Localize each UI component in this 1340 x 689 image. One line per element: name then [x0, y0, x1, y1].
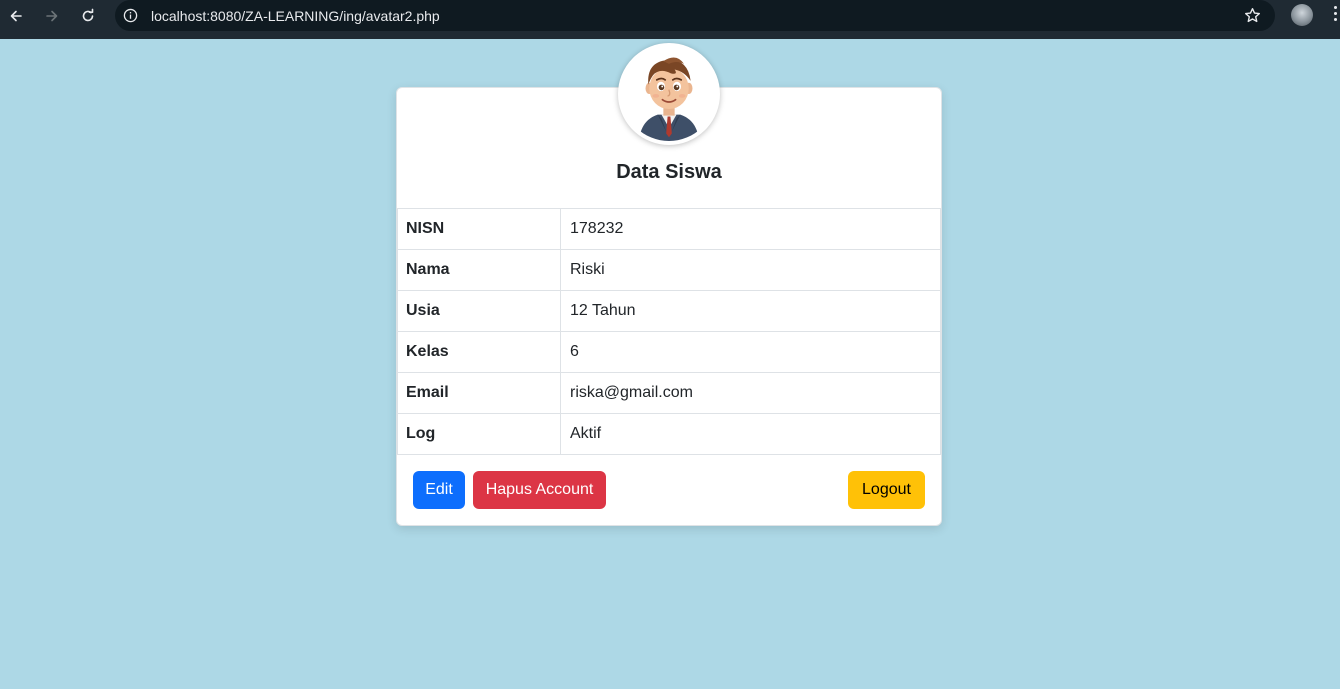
info-icon[interactable] — [123, 8, 138, 23]
row-label: Email — [397, 372, 561, 414]
row-label: Nama — [397, 249, 561, 291]
row-value: Aktif — [560, 413, 941, 455]
table-row: Nama Riski — [397, 249, 941, 291]
arrow-left-icon — [10, 10, 22, 22]
cartoon-boy-avatar — [618, 43, 720, 145]
row-value: 12 Tahun — [560, 290, 941, 332]
more-vert-icon[interactable] — [1333, 6, 1339, 26]
table-row: Usia 12 Tahun — [397, 290, 941, 332]
student-info-table: NISN 178232 Nama Riski Usia 12 Tahun Kel… — [397, 208, 941, 455]
address-bar[interactable]: localhost:8080/ZA-LEARNING/ing/avatar2.p… — [115, 0, 1275, 31]
row-label: NISN — [397, 208, 561, 250]
card-title: Data Siswa — [616, 161, 722, 183]
forward-button[interactable] — [40, 4, 64, 28]
star-icon[interactable] — [1244, 7, 1261, 24]
row-value: 178232 — [560, 208, 941, 250]
table-row: Log Aktif — [397, 413, 941, 455]
row-label: Log — [397, 413, 561, 455]
row-label: Usia — [397, 290, 561, 332]
reload-icon — [82, 8, 94, 22]
back-button[interactable] — [4, 4, 28, 28]
row-label: Kelas — [397, 331, 561, 373]
table-row: Kelas 6 — [397, 331, 941, 373]
table-row: NISN 178232 — [397, 208, 941, 250]
student-card: Data Siswa NISN 178232 Nama Riski Usia 1… — [396, 87, 942, 526]
table-row: Email riska@gmail.com — [397, 372, 941, 414]
reload-button[interactable] — [76, 4, 100, 28]
delete-account-button[interactable]: Hapus Account — [473, 471, 606, 509]
row-value: Riski — [560, 249, 941, 291]
row-value: 6 — [560, 331, 941, 373]
row-value: riska@gmail.com — [560, 372, 941, 414]
url-text[interactable]: localhost:8080/ZA-LEARNING/ing/avatar2.p… — [151, 8, 440, 24]
browser-toolbar: localhost:8080/ZA-LEARNING/ing/avatar2.p… — [0, 0, 1340, 39]
arrow-right-icon — [46, 10, 58, 22]
logout-button[interactable]: Logout — [848, 471, 925, 509]
profile-avatar[interactable] — [1291, 4, 1313, 26]
edit-button[interactable]: Edit — [413, 471, 465, 509]
